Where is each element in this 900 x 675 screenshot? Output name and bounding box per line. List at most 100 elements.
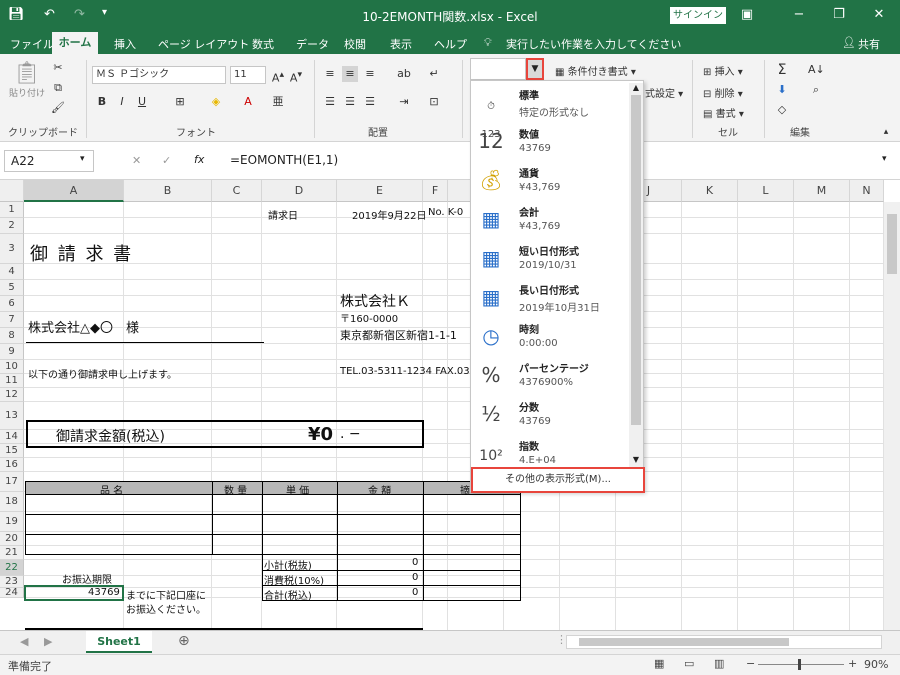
row-header[interactable]: 10 [0,360,24,374]
tab-formulas[interactable]: 数式 [252,36,274,52]
column-header[interactable]: F [423,180,448,202]
number-format-option[interactable]: ▦ 会計 ¥43,769 [471,200,629,239]
format-cells-button[interactable]: ▤ 書式 ▾ [702,104,745,121]
page-break-view-icon[interactable]: ▥ [714,657,724,670]
autosum-icon[interactable]: Σ [774,62,790,78]
cell-a7[interactable]: 株式会社△◆〇 様 [28,317,139,336]
cell-e6[interactable]: 〒160-0000 [340,310,398,325]
row-header[interactable]: 19 [0,512,24,532]
row-header[interactable]: 11 [0,374,24,388]
align-right-icon[interactable]: ☰ [362,94,378,110]
sheet-tab-sheet1[interactable]: Sheet1 [86,631,152,653]
customize-qat-icon[interactable]: ▾ [102,7,107,18]
cell-a3-invoice-title[interactable]: 御 請 求 書 [30,240,133,266]
horizontal-scrollbar[interactable] [566,635,882,649]
page-layout-view-icon[interactable]: ▭ [684,657,694,670]
tab-page-layout[interactable]: ページ レイアウト [158,36,249,52]
save-icon[interactable]: 💾︎ [8,7,25,22]
collapse-ribbon-icon[interactable]: ▴ [878,124,894,140]
row-header[interactable]: 9 [0,344,24,360]
fill-icon[interactable]: ⬇ [774,82,790,98]
row-header[interactable]: 8 [0,328,24,344]
clear-icon[interactable]: ◇ [774,102,790,118]
row-header[interactable]: 15 [0,444,24,458]
zoom-out-icon[interactable]: − [746,657,755,670]
cell-e13[interactable]: . − [340,426,361,442]
indent-icon[interactable]: ⇥ [396,94,412,110]
vertical-scroll-thumb[interactable] [887,214,897,274]
font-size-combo[interactable]: 11 [230,66,266,84]
row-header[interactable]: 22 [0,560,24,576]
underline-button[interactable]: U [134,94,150,110]
cell-b22[interactable]: までに下記口座に [126,587,206,602]
cell-a13[interactable]: 御請求金額(税込) [56,426,165,446]
zoom-level[interactable]: 90% [864,658,888,671]
align-bottom-icon[interactable]: ≡ [362,66,378,82]
row-header[interactable]: 13 [0,402,24,430]
ribbon-display-icon[interactable]: ▣ [736,5,758,25]
share-button[interactable]: 共有 [858,36,880,52]
row-header[interactable]: 21 [0,546,24,560]
merge-center-icon[interactable]: ⊡ [426,94,442,110]
cell-e5[interactable]: 株式会社Ｋ [340,291,410,311]
number-format-combo[interactable] [470,58,526,80]
select-all-corner[interactable] [0,180,24,202]
tab-home[interactable]: ホーム [52,32,98,54]
phonetic-icon[interactable]: 亜 [270,94,286,110]
cell-d22[interactable]: 合計(税込) [264,587,312,602]
number-format-option[interactable]: % パーセンテージ 4376900% [471,356,629,395]
number-format-option[interactable]: ▦ 長い日付形式 2019年10月31日 [471,278,629,317]
column-header[interactable]: N [850,180,884,202]
number-format-option[interactable]: ⏱︎ 123 標準 特定の形式なし [471,83,629,140]
row-header[interactable]: 17 [0,472,24,492]
row-header[interactable]: 1 [0,202,24,218]
zoom-slider-thumb[interactable] [798,659,801,670]
column-header[interactable]: M [794,180,850,202]
sheet-prev-icon[interactable]: ◀ [20,635,28,648]
column-header[interactable]: B [124,180,212,202]
tab-data[interactable]: データ [296,36,329,52]
zoom-in-icon[interactable]: + [848,657,857,670]
menu-scroll-down-icon[interactable]: ▼ [629,455,643,465]
sheet-next-icon[interactable]: ▶ [44,635,52,648]
number-format-option[interactable]: ▦ 短い日付形式 2019/10/31 [471,239,629,278]
tab-review[interactable]: 校閲 [344,36,366,52]
redo-icon[interactable]: ↷ [74,7,85,22]
cut-icon[interactable]: ✂ [50,60,66,76]
borders-icon[interactable]: ⊞ [172,94,188,110]
copy-icon[interactable]: ⧉ [50,80,66,96]
bold-button[interactable]: B [94,94,110,110]
close-button[interactable]: ✕ [868,5,890,25]
align-center-icon[interactable]: ☰ [342,94,358,110]
column-header[interactable]: A [24,180,124,202]
orientation-icon[interactable]: ab [396,66,412,82]
delete-cells-button[interactable]: ⊟ 削除 ▾ [702,84,744,101]
format-painter-icon[interactable]: 🖌︎ [50,100,66,116]
signin-button[interactable]: サインイン [670,7,726,24]
number-format-option[interactable]: 💰︎ 通貨 ¥43,769 [471,161,629,200]
row-header[interactable]: 24 [0,588,24,598]
cell-d13[interactable]: ¥0 [308,424,333,445]
cell-a21[interactable]: お振込期限 [62,571,112,586]
normal-view-icon[interactable]: ▦ [654,657,664,670]
menu-scroll-up-icon[interactable]: ▲ [629,83,643,93]
align-left-icon[interactable]: ☰ [322,94,338,110]
cell-a22[interactable]: 43769 [88,587,120,598]
wrap-text-icon[interactable]: ↵ [426,66,442,82]
column-header[interactable]: K [682,180,738,202]
menu-scrollbar[interactable]: ▲ ▼ [629,83,643,467]
number-format-option[interactable]: ½ 分数 43769 [471,395,629,434]
row-header[interactable]: 20 [0,532,24,546]
conditional-format-button[interactable]: ▦ 条件付き書式 ▾ [554,62,637,79]
add-sheet-icon[interactable]: ⊕ [178,633,190,649]
more-number-formats-button[interactable]: その他の表示形式(M)... [471,467,645,493]
confirm-icon[interactable]: ✓ [162,154,171,167]
cell-e22[interactable]: 0 [412,587,418,598]
grow-font-icon[interactable]: A▴ [270,67,286,85]
number-format-option[interactable]: ◷ 時刻 0:00:00 [471,317,629,356]
menu-scroll-thumb[interactable] [631,95,641,425]
font-name-combo[interactable]: ＭＳ Ｐゴシック [92,66,226,84]
undo-icon[interactable]: ↶ [44,7,55,22]
cell-a9[interactable]: 以下の通り御請求申し上げます。 [28,366,177,381]
row-header[interactable]: 5 [0,280,24,296]
